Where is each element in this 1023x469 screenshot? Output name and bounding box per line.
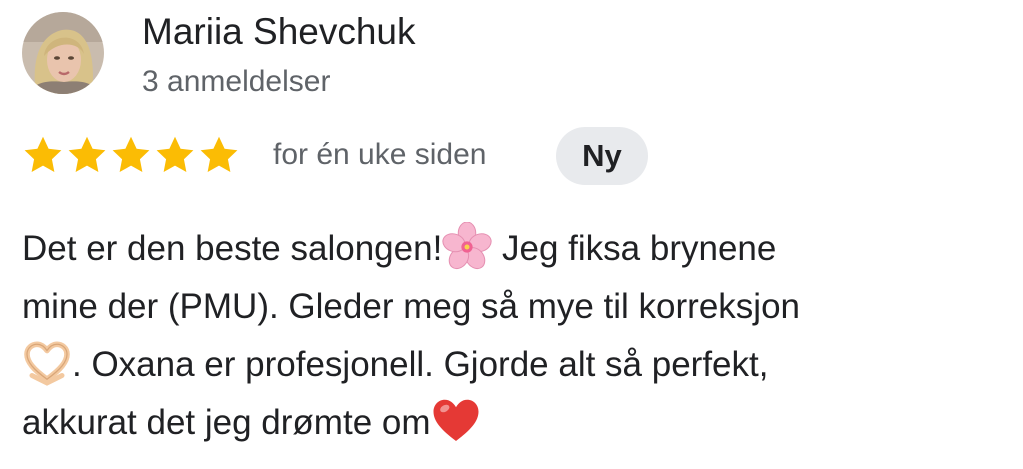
review-text-segment: akkurat det jeg drømte om [22, 403, 431, 442]
star-icon [200, 136, 238, 172]
reviewer-avatar[interactable] [22, 12, 104, 94]
review-text-segment: Det er den beste salongen! [22, 229, 443, 268]
star-rating [22, 134, 240, 176]
star-icon [68, 136, 106, 172]
review-count: 3 anmeldelser [142, 65, 331, 98]
review-text-segment: . Oxana er profesjonell. Gjorde alt så p… [72, 345, 769, 384]
review-line-3: . Oxana er profesjonell. Gjorde alt så p… [22, 336, 1012, 394]
heart-hands-icon [24, 341, 70, 386]
cherry-blossom-icon [442, 222, 492, 270]
review-line-4: akkurat det jeg drømte om [22, 394, 1012, 452]
review-text-segment: Jeg fiksa brynene [492, 229, 777, 268]
star-icon [24, 136, 62, 172]
review-date: for én uke siden [273, 138, 487, 171]
star-icon [112, 136, 150, 172]
review-line-1: Det er den beste salongen! Jeg fiksa bry… [22, 220, 1012, 278]
star-icon [156, 136, 194, 172]
red-heart-icon [433, 399, 478, 441]
review-line-2: mine der (PMU). Gleder meg så mye til ko… [22, 287, 800, 326]
reviewer-name[interactable]: Mariia Shevchuk [142, 11, 416, 53]
reviewer-photo-icon [22, 12, 104, 94]
review-text: Det er den beste salongen! Jeg fiksa bry… [22, 220, 1012, 452]
new-badge: Ny [556, 127, 648, 185]
